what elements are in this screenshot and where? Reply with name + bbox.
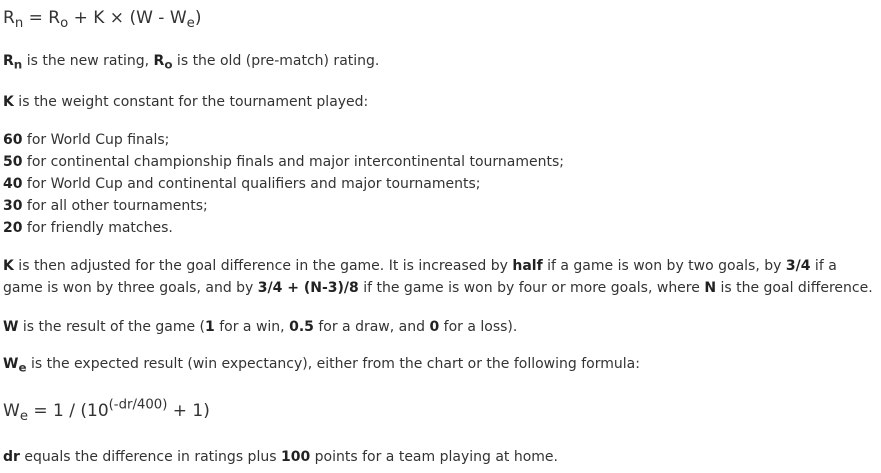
w-definition: W is the result of the game (1 for a win… bbox=[3, 317, 517, 337]
ro-desc: is the old (pre-match) rating. bbox=[172, 53, 380, 69]
weight-desc: for friendly matches. bbox=[22, 220, 173, 236]
dr-desc: points for a team playing at home. bbox=[310, 449, 558, 465]
rn-subscript: n bbox=[14, 15, 24, 31]
we-symbol: W bbox=[3, 401, 20, 421]
k-adjust-line-1: K is then adjusted for the goal differen… bbox=[3, 256, 837, 276]
formula-close: ) bbox=[194, 8, 202, 28]
win-expectancy-formula: We = 1 / (10(-dr/400) + 1) bbox=[3, 397, 210, 424]
w-desc: is the result of the game ( bbox=[18, 319, 206, 335]
equals-sign: = bbox=[23, 8, 49, 28]
we-term-sub: e bbox=[18, 360, 27, 375]
k-adjust-text: is the goal difference. bbox=[716, 280, 873, 296]
rating-formula: Rn = Ro + K × (W - We) bbox=[3, 8, 202, 31]
we-desc: is the expected result (win expectancy),… bbox=[26, 356, 640, 372]
we-subscript: e bbox=[19, 408, 28, 424]
k-term: K bbox=[3, 94, 14, 110]
weight-item: 30 for all other tournaments; bbox=[3, 196, 208, 216]
we-subscript: e bbox=[186, 15, 195, 31]
formula-body: + K × (W - W bbox=[68, 8, 187, 28]
win-value: 1 bbox=[205, 319, 215, 335]
dr-desc: equals the difference in ratings plus bbox=[19, 449, 281, 465]
weight-item: 60 for World Cup finals; bbox=[3, 130, 169, 150]
k-term: K bbox=[3, 258, 14, 274]
weight-item: 50 for continental championship finals a… bbox=[3, 152, 564, 172]
rn-desc: is the new rating, bbox=[22, 53, 154, 69]
weight-desc: for World Cup and continental qualifiers… bbox=[22, 176, 481, 192]
weight-value: 60 bbox=[3, 132, 23, 148]
exponent: (-dr/400) bbox=[108, 397, 168, 413]
k-desc: is the weight constant for the tournamen… bbox=[13, 94, 369, 110]
weight-value: 20 bbox=[3, 220, 23, 236]
weight-desc: for all other tournaments; bbox=[22, 198, 208, 214]
n-term: N bbox=[704, 280, 717, 296]
k-adjust-text: if a game is won by two goals, by bbox=[542, 258, 786, 274]
weight-desc: for World Cup finals; bbox=[22, 132, 170, 148]
weight-value: 40 bbox=[3, 176, 23, 192]
w-term: W bbox=[3, 319, 19, 335]
ro-symbol: R bbox=[48, 8, 61, 28]
rn-symbol: R bbox=[3, 8, 15, 28]
three-quarters-term: 3/4 bbox=[785, 258, 811, 274]
we-term: W bbox=[3, 356, 19, 372]
rn-term: R bbox=[3, 53, 14, 69]
loss-value: 0 bbox=[429, 319, 440, 335]
weight-value: 30 bbox=[3, 198, 23, 214]
k-adjust-text: if the game is won by four or more goals… bbox=[358, 280, 705, 296]
goal-formula-term: 3/4 + (N-3)/8 bbox=[257, 280, 359, 296]
k-adjust-line-2: game is won by three goals, and by 3/4 +… bbox=[3, 278, 873, 298]
rn-ro-definition: Rn is the new rating, Ro is the old (pre… bbox=[3, 51, 379, 71]
weight-value: 50 bbox=[3, 154, 23, 170]
we-definition: We is the expected result (win expectanc… bbox=[3, 354, 640, 374]
dr-definition: dr equals the difference in ratings plus… bbox=[3, 447, 558, 467]
dr-term: dr bbox=[3, 449, 20, 465]
w-desc: for a loss). bbox=[439, 319, 518, 335]
rn-term-sub: n bbox=[13, 57, 23, 72]
weight-item: 20 for friendly matches. bbox=[3, 218, 173, 238]
ro-subscript: o bbox=[60, 15, 69, 31]
w-desc: for a draw, and bbox=[313, 319, 430, 335]
formula-body: = 1 / (10 bbox=[27, 401, 109, 421]
draw-value: 0.5 bbox=[289, 319, 314, 335]
formula-close: + 1) bbox=[167, 401, 210, 421]
k-adjust-text: is then adjusted for the goal difference… bbox=[13, 258, 513, 274]
w-desc: for a win, bbox=[214, 319, 290, 335]
half-term: half bbox=[512, 258, 543, 274]
k-adjust-text: game is won by three goals, and by bbox=[3, 280, 258, 296]
ro-term: R bbox=[153, 53, 165, 69]
home-points-value: 100 bbox=[280, 449, 311, 465]
k-adjust-text: if a bbox=[810, 258, 837, 274]
k-definition: K is the weight constant for the tournam… bbox=[3, 92, 368, 112]
weight-item: 40 for World Cup and continental qualifi… bbox=[3, 174, 481, 194]
weight-desc: for continental championship finals and … bbox=[22, 154, 564, 170]
